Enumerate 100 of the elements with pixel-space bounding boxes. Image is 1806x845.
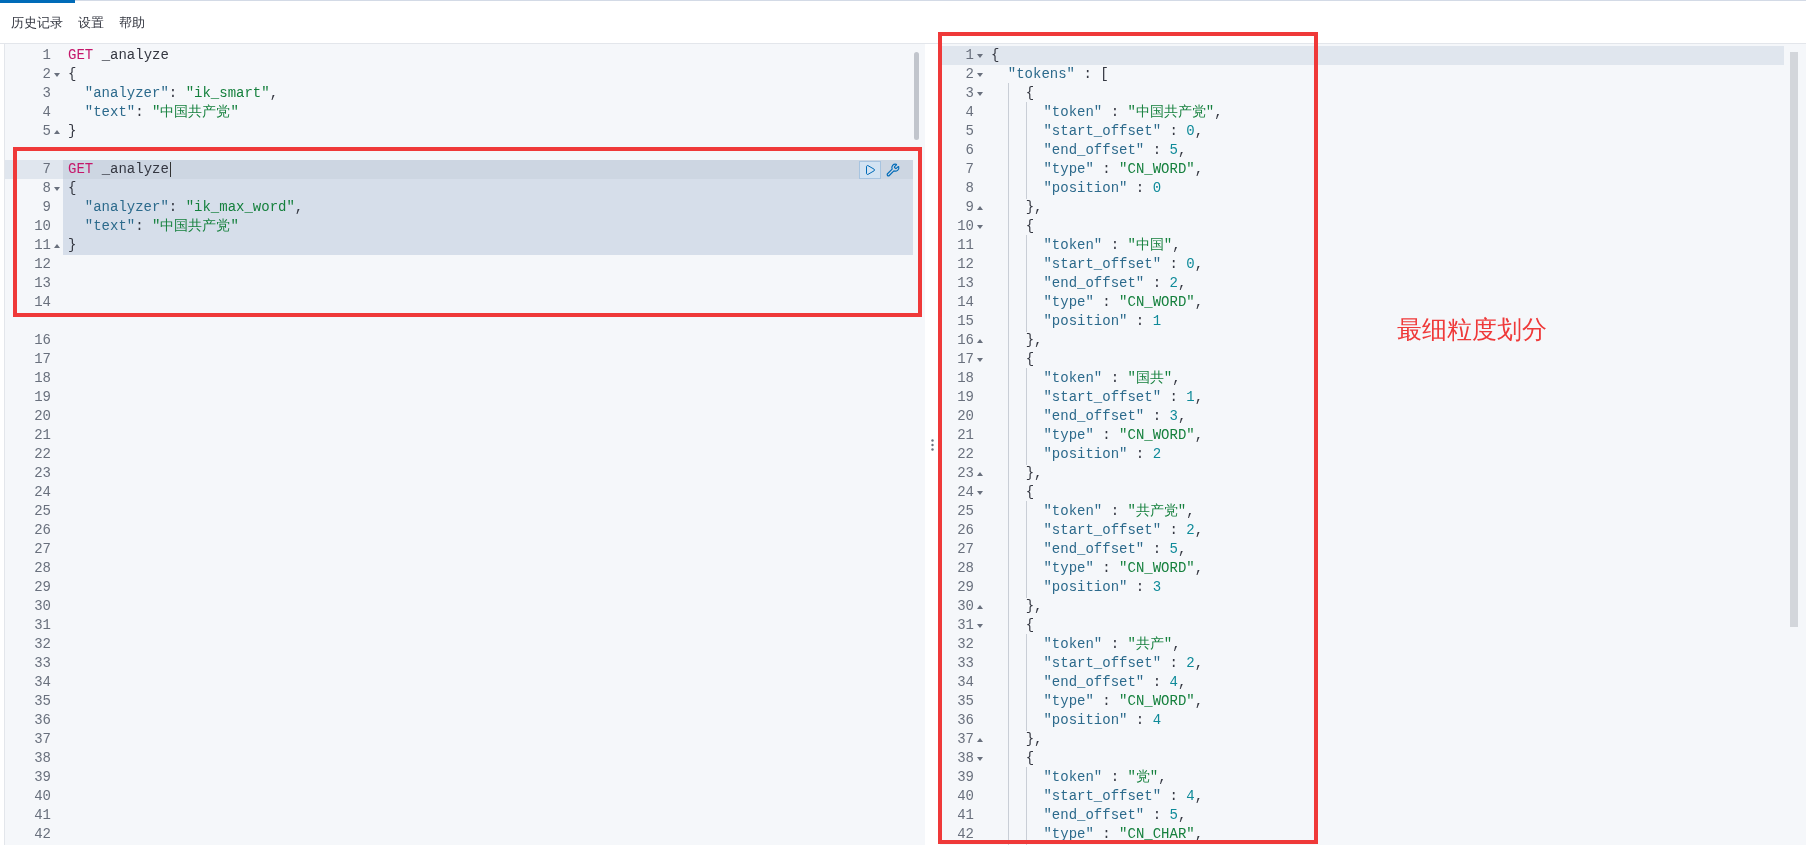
fold-caret-icon[interactable] xyxy=(977,205,983,210)
fold-caret-icon[interactable] xyxy=(977,53,983,58)
code-line: }, xyxy=(986,464,1784,483)
line-number: 41 xyxy=(33,806,51,825)
code-line: "start_offset" : 2, xyxy=(986,521,1784,540)
fold-caret-icon[interactable] xyxy=(54,186,60,191)
line-number: 34 xyxy=(33,673,51,692)
code-line: "type" : "CN_WORD", xyxy=(986,426,1784,445)
code-line: } xyxy=(67,122,78,141)
fold-caret-icon[interactable] xyxy=(977,72,983,77)
line-number: 32 xyxy=(33,635,51,654)
code-line: "start_offset" : 0, xyxy=(986,122,1784,141)
line-number: 19 xyxy=(956,388,974,407)
code-line: "type" : "CN_WORD", xyxy=(986,160,1784,179)
line-number: 2 xyxy=(964,65,974,84)
code-line: "position" : 4 xyxy=(986,711,1784,730)
fold-caret-icon[interactable] xyxy=(977,357,983,362)
scrollbar[interactable] xyxy=(1790,52,1798,627)
code-line: }, xyxy=(986,730,1784,749)
line-number: 2 xyxy=(41,65,51,84)
line-number: 28 xyxy=(956,559,974,578)
code-line: "type" : "CN_WORD", xyxy=(986,559,1784,578)
line-number: 29 xyxy=(33,578,51,597)
code-line: { xyxy=(986,483,1784,502)
code-line: "end_offset" : 4, xyxy=(986,673,1784,692)
fold-caret-icon[interactable] xyxy=(54,243,60,248)
code-line: "token" : "中国", xyxy=(986,236,1784,255)
code-line: "type" : "CN_WORD", xyxy=(986,692,1784,711)
code-line: "start_offset" : 4, xyxy=(986,787,1784,806)
line-number: 25 xyxy=(33,502,51,521)
line-number: 1 xyxy=(964,46,974,65)
menu-item[interactable]: 设置 xyxy=(78,13,104,33)
line-number: 41 xyxy=(956,806,974,825)
line-number: 10 xyxy=(956,217,974,236)
fold-caret-icon[interactable] xyxy=(977,224,983,229)
code-line: "token" : "党", xyxy=(986,768,1784,787)
fold-caret-icon[interactable] xyxy=(977,737,983,742)
code-line: "start_offset" : 0, xyxy=(986,255,1784,274)
drag-handle-icon[interactable] xyxy=(931,438,934,451)
line-number: 39 xyxy=(956,768,974,787)
line-number: 35 xyxy=(33,692,51,711)
line-number: 33 xyxy=(33,654,51,673)
fold-caret-icon[interactable] xyxy=(977,604,983,609)
code-line: "end_offset" : 2, xyxy=(986,274,1784,293)
code-line: "end_offset" : 5, xyxy=(986,540,1784,559)
line-number: 40 xyxy=(33,787,51,806)
line-number: 28 xyxy=(33,559,51,578)
code-line: "analyzer": "ik_smart", xyxy=(83,84,280,103)
fold-caret-icon[interactable] xyxy=(977,471,983,476)
wrench-button[interactable] xyxy=(885,162,901,178)
fold-caret-icon[interactable] xyxy=(977,338,983,343)
line-number: 16 xyxy=(956,331,974,350)
line-number: 8 xyxy=(964,179,974,198)
menu-item[interactable]: 帮助 xyxy=(119,13,145,33)
line-number: 14 xyxy=(956,293,974,312)
line-number: 38 xyxy=(33,749,51,768)
line-number: 31 xyxy=(956,616,974,635)
line-number: 23 xyxy=(956,464,974,483)
line-number: 12 xyxy=(956,255,974,274)
line-number: 36 xyxy=(33,711,51,730)
line-number: 35 xyxy=(956,692,974,711)
fold-caret-icon[interactable] xyxy=(977,756,983,761)
scrollbar[interactable] xyxy=(914,52,919,140)
code-line: { xyxy=(986,616,1784,635)
code-line: { xyxy=(986,217,1784,236)
code-line: "position" : 0 xyxy=(986,179,1784,198)
menu-item[interactable]: 历史记录 xyxy=(11,13,63,33)
line-number: 24 xyxy=(33,483,51,502)
line-number: 37 xyxy=(33,730,51,749)
fold-caret-icon[interactable] xyxy=(977,490,983,495)
line-number: 16 xyxy=(33,331,51,350)
run-button[interactable] xyxy=(859,161,881,179)
line-number: 4 xyxy=(41,103,51,122)
line-number: 5 xyxy=(964,122,974,141)
fold-caret-icon[interactable] xyxy=(54,72,60,77)
play-icon[interactable] xyxy=(864,164,876,176)
line-number: 30 xyxy=(33,597,51,616)
line-number: 27 xyxy=(956,540,974,559)
line-number: 1 xyxy=(41,46,51,65)
code-line: "token" : "共产", xyxy=(986,635,1784,654)
code-line: "end_offset" : 5, xyxy=(986,806,1784,825)
code-line: "text": "中国共产党" xyxy=(83,103,240,122)
line-number: 26 xyxy=(33,521,51,540)
fold-caret-icon[interactable] xyxy=(977,91,983,96)
line-number: 3 xyxy=(41,84,51,103)
code-line: "end_offset" : 5, xyxy=(986,141,1784,160)
line-number: 30 xyxy=(956,597,974,616)
line-number: 23 xyxy=(33,464,51,483)
line-number: 15 xyxy=(956,312,974,331)
line-number: 42 xyxy=(956,825,974,844)
fold-caret-icon[interactable] xyxy=(977,623,983,628)
code-line: "position" : 2 xyxy=(986,445,1784,464)
fold-caret-icon[interactable] xyxy=(54,129,60,134)
line-number: 20 xyxy=(956,407,974,426)
line-number: 24 xyxy=(956,483,974,502)
code-line: }, xyxy=(986,198,1784,217)
code-line: { xyxy=(986,749,1784,768)
line-number: 38 xyxy=(956,749,974,768)
line-number: 6 xyxy=(964,141,974,160)
line-number: 39 xyxy=(33,768,51,787)
